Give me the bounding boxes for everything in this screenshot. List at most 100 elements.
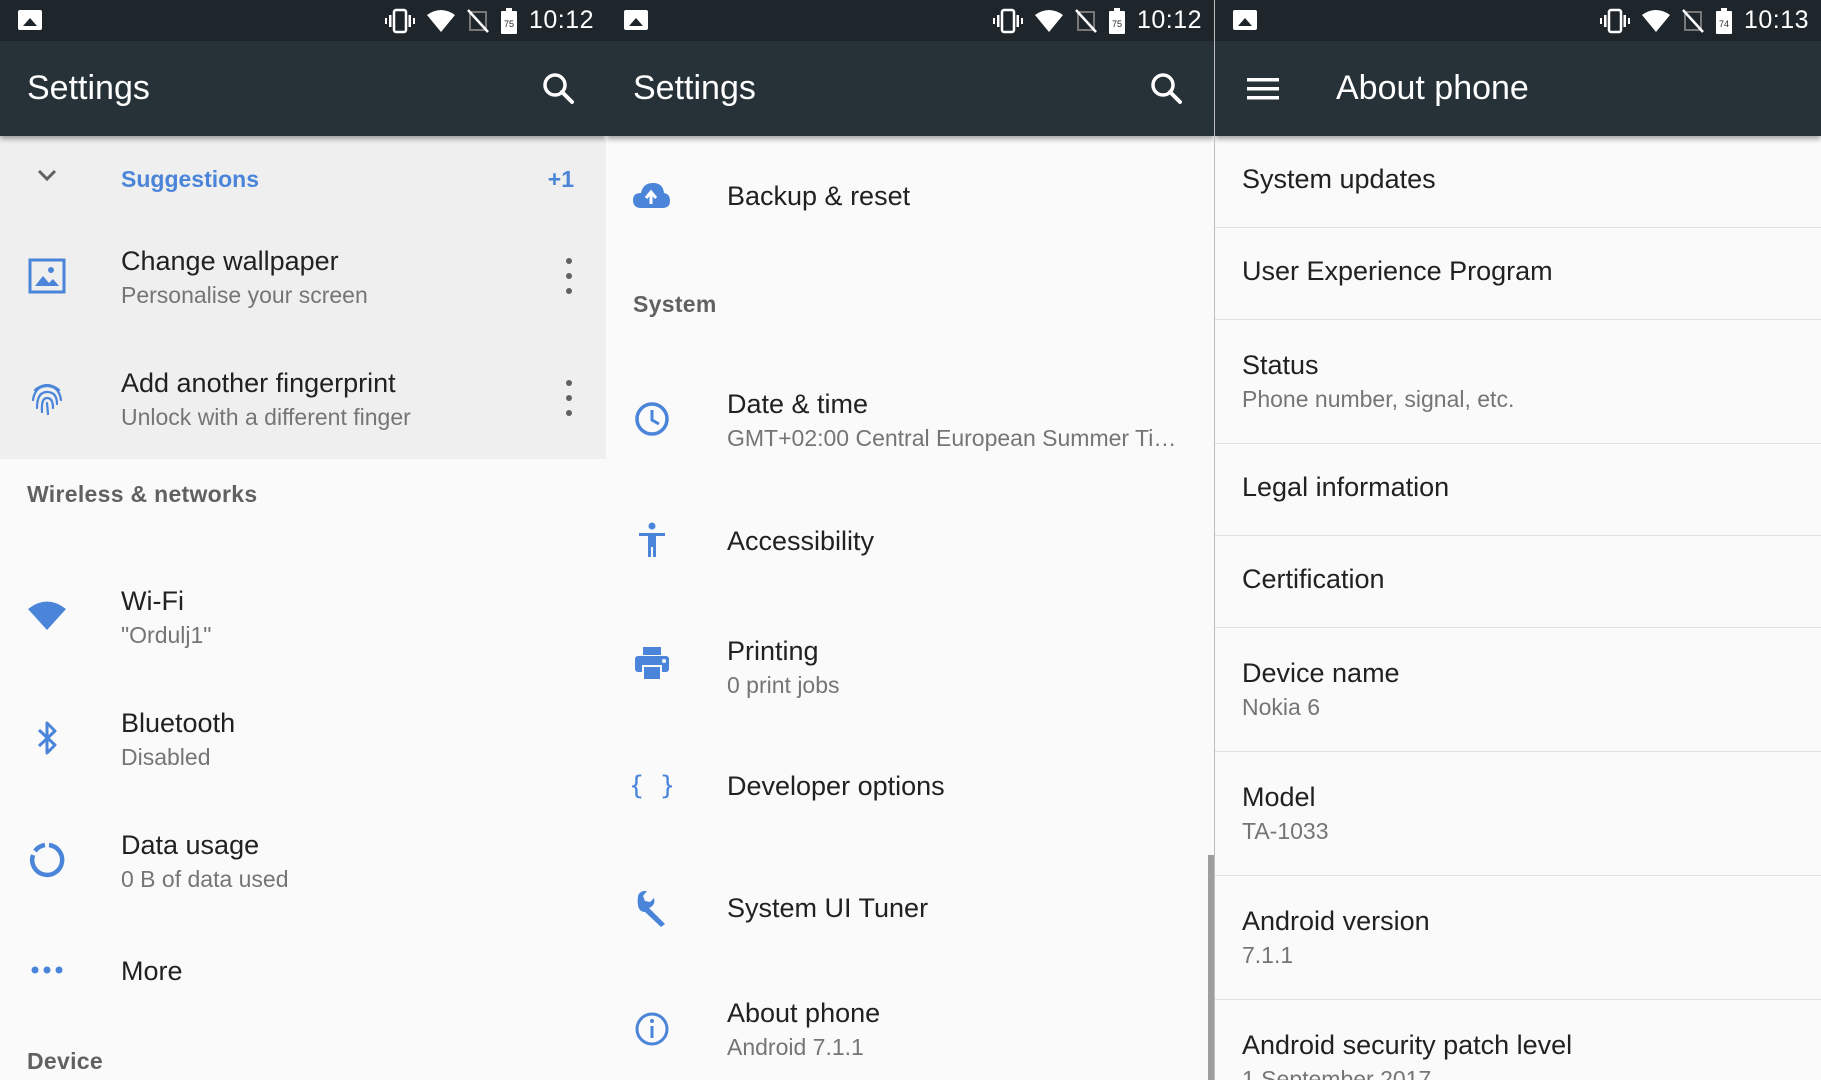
item-subtitle: 1 September 2017 xyxy=(1242,1066,1432,1080)
about-item-system-updates[interactable]: System updates xyxy=(1215,136,1821,228)
item-title: Legal information xyxy=(1242,472,1450,502)
wrench-icon xyxy=(637,890,665,927)
item-title: Developer options xyxy=(727,771,945,801)
settings-item-backup[interactable]: Backup & reset xyxy=(606,146,1214,246)
bluetooth-icon xyxy=(37,721,57,755)
settings-item-developer-options[interactable]: { } Developer options xyxy=(606,736,1214,846)
item-subtitle: Nokia 6 xyxy=(1242,694,1320,720)
page-title: Settings xyxy=(633,69,756,107)
settings-item-printing[interactable]: Printing 0 print jobs xyxy=(606,606,1214,726)
printer-icon xyxy=(635,647,669,681)
about-item-device-name[interactable]: Device name Nokia 6 xyxy=(1215,628,1821,752)
item-title: Bluetooth xyxy=(121,708,236,738)
about-item-android-version[interactable]: Android version 7.1.1 xyxy=(1215,876,1821,1000)
settings-item-about-phone[interactable]: About phone Android 7.1.1 xyxy=(606,971,1214,1080)
item-title: Printing xyxy=(727,636,819,666)
item-title: System UI Tuner xyxy=(727,893,929,923)
item-title: Accessibility xyxy=(727,526,875,556)
item-subtitle: Phone number, signal, etc. xyxy=(1242,386,1515,412)
battery-icon: 75 xyxy=(1108,7,1125,34)
item-title: Date & time xyxy=(727,389,869,419)
section-header-device: Device xyxy=(27,1048,103,1074)
wallpaper-icon xyxy=(28,258,66,294)
item-title: Android security patch level xyxy=(1242,1030,1573,1060)
settings-item-date-time[interactable]: Date & time GMT+02:00 Central European S… xyxy=(606,356,1214,481)
item-title: More xyxy=(121,956,183,986)
app-bar: About phone xyxy=(1215,41,1821,136)
image-icon xyxy=(1233,10,1257,30)
item-title: Status xyxy=(1242,350,1319,380)
no-sim-icon xyxy=(467,8,489,33)
item-subtitle: GMT+02:00 Central European Summer Ti… xyxy=(727,425,1177,451)
item-subtitle: Android 7.1.1 xyxy=(727,1034,864,1060)
suggestions-label: Suggestions xyxy=(121,166,260,192)
item-title: Model xyxy=(1242,782,1316,812)
status-bar: 74 10:13 xyxy=(1215,0,1821,41)
settings-item-accessibility[interactable]: Accessibility xyxy=(606,491,1214,601)
status-time: 10:13 xyxy=(1743,6,1809,34)
item-subtitle: TA-1033 xyxy=(1242,818,1329,844)
vibrate-icon xyxy=(992,8,1023,33)
item-title: System updates xyxy=(1242,164,1436,194)
suggestions-block: Suggestions +1 Change wallpaper Personal… xyxy=(0,136,606,459)
item-title: About phone xyxy=(727,998,881,1028)
fingerprint-icon xyxy=(31,383,63,416)
suggestion-title: Change wallpaper xyxy=(121,246,339,276)
section-header-system: System xyxy=(633,291,717,317)
more-dots-icon xyxy=(31,966,63,974)
item-subtitle: 0 print jobs xyxy=(727,672,840,698)
clock-icon xyxy=(635,402,669,436)
suggestion-title: Add another fingerprint xyxy=(121,368,396,398)
item-title: Android version xyxy=(1242,906,1430,936)
item-title: Backup & reset xyxy=(727,181,911,211)
battery-icon: 74 xyxy=(1715,7,1732,34)
suggestions-count: +1 xyxy=(547,166,574,192)
status-bar: 75 10:12 xyxy=(606,0,1214,41)
vibrate-icon xyxy=(384,8,415,33)
suggestion-card-wallpaper[interactable]: Change wallpaper Personalise your screen xyxy=(0,216,606,336)
svg-text:74: 74 xyxy=(1719,19,1729,29)
about-item-user-experience[interactable]: User Experience Program xyxy=(1215,228,1821,320)
settings-item-bluetooth[interactable]: Bluetooth Disabled xyxy=(0,678,606,798)
wifi-icon xyxy=(28,601,66,630)
info-icon xyxy=(635,1012,669,1046)
item-subtitle: 7.1.1 xyxy=(1242,942,1294,968)
app-bar: Settings xyxy=(0,41,606,136)
about-item-legal[interactable]: Legal information xyxy=(1215,444,1821,536)
suggestion-card-fingerprint[interactable]: Add another fingerprint Unlock with a di… xyxy=(0,336,606,459)
about-item-status[interactable]: Status Phone number, signal, etc. xyxy=(1215,320,1821,444)
settings-item-more[interactable]: More xyxy=(0,922,606,1032)
section-header-wireless: Wireless & networks xyxy=(27,481,258,507)
about-phone-panel: 74 10:13 About phone System updates User… xyxy=(1214,0,1821,1080)
cloud-upload-icon xyxy=(633,183,670,208)
menu-icon[interactable] xyxy=(1243,69,1283,109)
overflow-menu-icon[interactable] xyxy=(564,256,574,296)
search-icon[interactable] xyxy=(534,65,582,113)
item-subtitle: Disabled xyxy=(121,744,211,770)
about-item-certification[interactable]: Certification xyxy=(1215,536,1821,628)
status-time: 10:12 xyxy=(1136,6,1202,34)
vibrate-icon xyxy=(1599,8,1630,33)
braces-icon: { } xyxy=(632,771,672,801)
settings-list: Backup & reset System Date & time GMT+02… xyxy=(606,136,1214,1080)
suggestions-header[interactable]: Suggestions +1 xyxy=(0,136,606,216)
wifi-signal-icon xyxy=(426,9,455,32)
settings-item-wifi[interactable]: Wi-Fi "Ordulj1" xyxy=(0,556,606,676)
about-item-model[interactable]: Model TA-1033 xyxy=(1215,752,1821,876)
battery-icon: 75 xyxy=(500,7,517,34)
svg-text:{ }: { } xyxy=(632,771,672,801)
about-item-security-patch[interactable]: Android security patch level 1 September… xyxy=(1215,1000,1821,1080)
search-icon[interactable] xyxy=(1142,65,1190,113)
image-icon xyxy=(18,10,42,30)
suggestion-subtitle: Unlock with a different finger xyxy=(121,404,411,430)
item-subtitle: 0 B of data used xyxy=(121,866,289,892)
page-title: Settings xyxy=(27,69,150,107)
overflow-menu-icon[interactable] xyxy=(564,378,574,418)
suggestion-subtitle: Personalise your screen xyxy=(121,282,368,308)
settings-item-data-usage[interactable]: Data usage 0 B of data used xyxy=(0,800,606,920)
item-title: Data usage xyxy=(121,830,260,860)
no-sim-icon xyxy=(1682,8,1704,33)
data-usage-icon xyxy=(30,842,65,878)
settings-item-system-ui-tuner[interactable]: System UI Tuner xyxy=(606,856,1214,966)
svg-text:75: 75 xyxy=(504,19,514,29)
